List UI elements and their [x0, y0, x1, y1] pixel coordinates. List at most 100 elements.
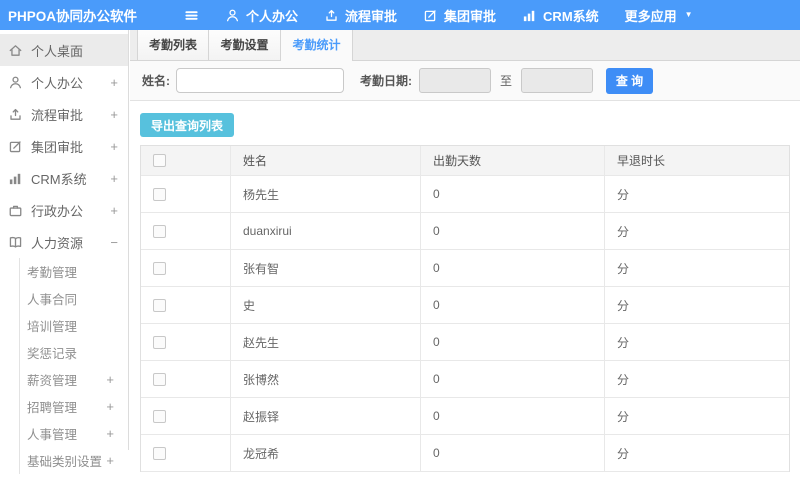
nav-item-label: 更多应用 [625, 6, 677, 25]
table-row: 史0分 [141, 287, 789, 324]
edit-icon [423, 8, 438, 23]
expand-toggle-icon: + [106, 426, 128, 441]
sidebar-hr-submenu: 考勤管理人事合同培训管理奖惩记录薪资管理+招聘管理+人事管理+基础类别设置+ [19, 258, 128, 474]
nav-item-group-approval[interactable]: 集团审批 [423, 6, 496, 25]
sidebar-item-label: 流程审批 [31, 105, 83, 124]
sidebar-item-crm-system[interactable]: CRM系统+ [0, 162, 128, 194]
caret-down-icon: ▼ [685, 11, 693, 19]
cell-early: 分 [604, 213, 789, 249]
sidebar-subitem-training-mgmt[interactable]: 培训管理 [20, 312, 128, 339]
sidebar-item-admin-office[interactable]: 行政办公 + [0, 194, 128, 226]
nav-item-crm-system[interactable]: CRM系统 [522, 6, 599, 25]
tab-attendance-settings[interactable]: 考勤设置 [209, 30, 281, 60]
sidebar-menu: 个人桌面个人办公+流程审批+集团审批+CRM系统+行政办公+人力资源− [0, 34, 128, 258]
table-header-row: 姓名 出勤天数 早退时长 [141, 146, 789, 176]
sidebar-subitem-label: 基础类别设置 [27, 451, 102, 470]
row-checkbox[interactable] [153, 225, 166, 238]
expand-toggle-icon: + [110, 139, 118, 154]
sidebar-item-label: 行政办公 [31, 201, 83, 220]
sidebar-item-process-approval[interactable]: 流程审批+ [0, 98, 128, 130]
home-icon [8, 43, 24, 58]
sidebar-item-hr[interactable]: 人力资源− [0, 226, 128, 258]
cell-early: 分 [604, 398, 789, 434]
tab-label: 考勤列表 [149, 38, 197, 52]
cell-name: 赵振铎 [230, 398, 420, 434]
date-from-input[interactable] [419, 68, 491, 93]
flow-icon [8, 107, 24, 122]
sidebar-subitem-base-category[interactable]: 基础类别设置+ [20, 447, 128, 474]
row-checkbox[interactable] [153, 262, 166, 275]
row-checkbox[interactable] [153, 336, 166, 349]
sidebar-subitem-label: 考勤管理 [27, 262, 77, 281]
cell-name: 杨先生 [230, 176, 420, 212]
filter-bar: 姓名: 考勤日期: 至 查 询 [130, 61, 800, 101]
expand-toggle-icon: + [110, 203, 118, 218]
row-checkbox[interactable] [153, 299, 166, 312]
cell-name: 龙冠希 [230, 435, 420, 471]
sidebar-subitem-salary-mgmt[interactable]: 薪资管理 + [20, 366, 128, 393]
tab-label: 考勤设置 [220, 38, 268, 52]
sidebar-item-group-approval[interactable]: 集团审批 + [0, 130, 128, 162]
cell-days: 0 [420, 176, 604, 212]
sidebar-subitem-reward-punishment[interactable]: 奖惩记录 [20, 339, 128, 366]
content-area: 导出查询列表 姓名 出勤天数 早退时长 杨先生0分duanxirui0分张有智0… [130, 101, 800, 482]
cell-early: 分 [604, 435, 789, 471]
row-checkbox[interactable] [153, 410, 166, 423]
sidebar-subitem-personnel-contract[interactable]: 人事合同 [20, 285, 128, 312]
cell-early: 分 [604, 287, 789, 323]
search-button[interactable]: 查 询 [606, 68, 653, 94]
sidebar-subitem-attendance-mgmt[interactable]: 考勤管理 [20, 258, 128, 285]
sidebar-subitem-label: 招聘管理 [27, 397, 77, 416]
tab-attendance-list[interactable]: 考勤列表 [137, 30, 209, 60]
row-checkbox[interactable] [153, 373, 166, 386]
cell-name: 张有智 [230, 250, 420, 286]
book-icon [8, 235, 24, 250]
sidebar-subitem-label: 奖惩记录 [27, 343, 77, 362]
tab-label: 考勤统计 [292, 38, 340, 52]
nav-item-more-apps[interactable]: 更多应用 ▼ [625, 6, 693, 25]
export-list-button[interactable]: 导出查询列表 [140, 113, 234, 137]
attendance-table: 姓名 出勤天数 早退时长 杨先生0分duanxirui0分张有智0分史0分赵先生… [140, 145, 790, 472]
cell-days: 0 [420, 250, 604, 286]
cell-early: 分 [604, 324, 789, 360]
main-panel: 考勤列表 考勤设置 考勤统计 姓名: 考勤日期: 至 查 询 导出查询列表 姓名 出… [130, 30, 800, 450]
row-checkbox[interactable] [153, 188, 166, 201]
sidebar-item-personal-office[interactable]: 个人办公 + [0, 66, 128, 98]
cell-days: 0 [420, 213, 604, 249]
nav-item-personal-office[interactable]: 个人办公 [225, 6, 298, 25]
cell-days: 0 [420, 324, 604, 360]
nav-item-process-approval[interactable]: 流程审批 [324, 6, 397, 25]
menu-icon-button[interactable] [184, 8, 199, 23]
sidebar-subitem-label: 薪资管理 [27, 370, 77, 389]
table-row: 赵振铎0分 [141, 398, 789, 435]
date-label: 考勤日期: [360, 72, 412, 89]
expand-toggle-icon: + [110, 75, 118, 90]
select-all-checkbox[interactable] [153, 154, 166, 167]
user-icon [8, 75, 24, 90]
expand-toggle-icon: + [106, 399, 128, 414]
table-row: 赵先生0分 [141, 324, 789, 361]
cell-early: 分 [604, 361, 789, 397]
col-header-early: 早退时长 [604, 146, 789, 175]
sidebar: 个人桌面个人办公+流程审批+集团审批+CRM系统+行政办公+人力资源− 考勤管理… [0, 30, 129, 450]
sidebar-item-label: 个人办公 [31, 73, 83, 92]
sidebar-item-personal-desktop[interactable]: 个人桌面 [0, 34, 128, 66]
expand-toggle-icon: + [106, 372, 128, 387]
table-row: 杨先生0分 [141, 176, 789, 213]
cell-name: duanxirui [230, 213, 420, 249]
sidebar-subitem-label: 人事合同 [27, 289, 77, 308]
cell-name: 张博然 [230, 361, 420, 397]
tab-attendance-stats[interactable]: 考勤统计 [281, 30, 353, 61]
date-to-input[interactable] [521, 68, 593, 93]
name-input[interactable] [176, 68, 344, 93]
table-row: 张博然0分 [141, 361, 789, 398]
row-checkbox[interactable] [153, 447, 166, 460]
expand-toggle-icon: + [110, 171, 118, 186]
sidebar-subitem-recruit-mgmt[interactable]: 招聘管理 + [20, 393, 128, 420]
cell-days: 0 [420, 435, 604, 471]
sidebar-subitem-personnel-mgmt[interactable]: 人事管理+ [20, 420, 128, 447]
cell-early: 分 [604, 250, 789, 286]
sidebar-item-label: 集团审批 [31, 137, 83, 156]
top-bar: PHPOA协同办公软件 个人办公流程审批集团审批CRM系统更多应用▼ [0, 0, 800, 30]
chart-icon [522, 8, 537, 23]
